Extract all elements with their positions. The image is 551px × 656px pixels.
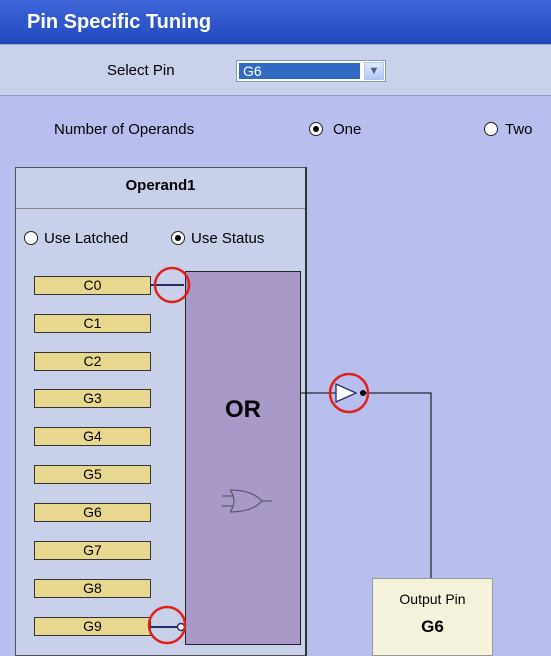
or-gate-icon [222,489,272,513]
wiring-overlay [147,266,432,645]
output-route-wire [366,392,432,578]
buffer-triangle-icon [335,382,358,404]
junction-dot [360,390,366,396]
